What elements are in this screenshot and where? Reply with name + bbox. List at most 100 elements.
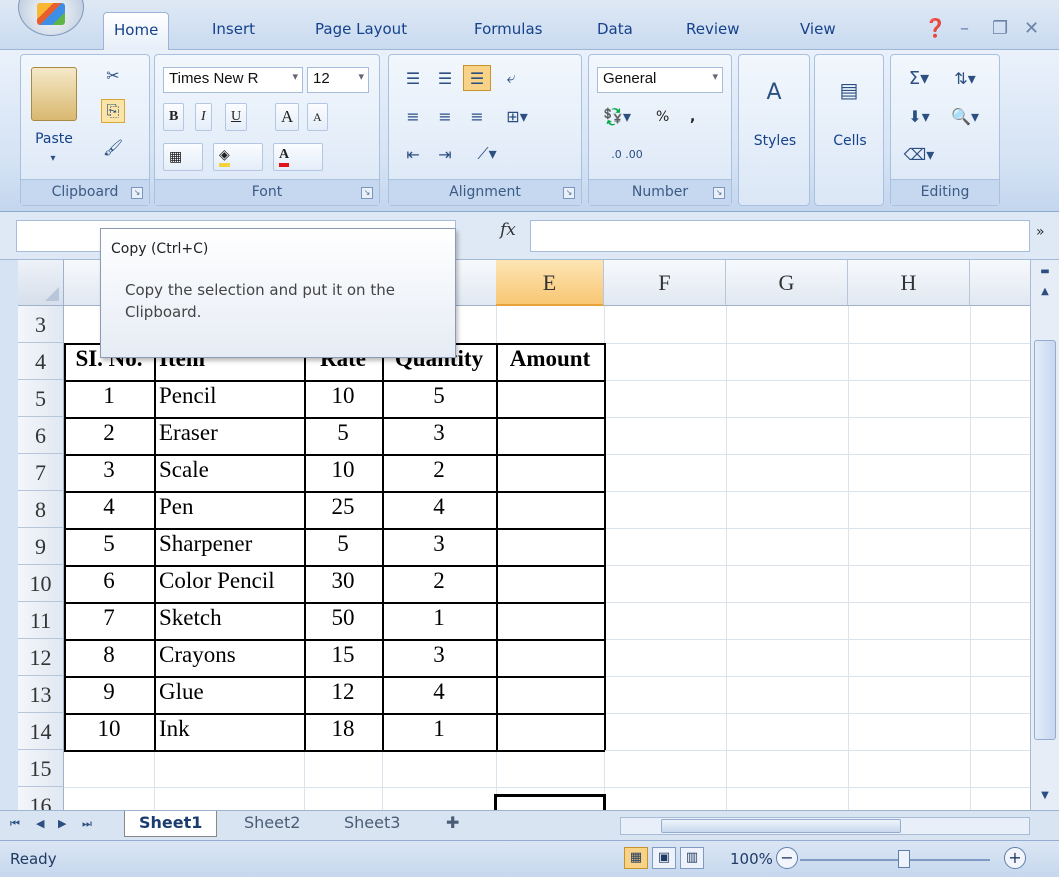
vertical-scrollbar[interactable]: ▬ ▲ ▼ <box>1030 260 1059 810</box>
clear-icon[interactable]: ⌫▾ <box>899 141 939 167</box>
clipboard-launcher-icon[interactable]: ↘ <box>131 187 143 199</box>
tab-review[interactable]: Review <box>676 12 750 48</box>
paste-button[interactable]: Paste <box>27 131 81 147</box>
row-header[interactable]: 14 <box>18 713 64 750</box>
cell-rate[interactable]: 5 <box>304 531 382 557</box>
row-header[interactable]: 10 <box>18 565 64 602</box>
orientation-icon[interactable]: ⟋▾ <box>467 141 507 167</box>
first-sheet-icon[interactable]: ⏮ <box>10 817 20 831</box>
horizontal-scrollbar[interactable] <box>620 817 1030 835</box>
align-top-icon[interactable]: ☰ <box>399 65 427 91</box>
row-header[interactable]: 6 <box>18 417 64 454</box>
align-left-icon[interactable]: ≡ <box>399 103 427 129</box>
page-layout-view-icon[interactable]: ▣ <box>652 847 676 869</box>
cell-quantity[interactable]: 1 <box>382 716 496 742</box>
column-header-i[interactable] <box>970 260 1030 306</box>
underline-button[interactable]: U <box>225 103 248 131</box>
tab-home[interactable]: Home <box>103 12 170 51</box>
formula-input[interactable] <box>530 220 1030 252</box>
bold-button[interactable]: B <box>163 103 185 131</box>
expand-formula-bar-icon[interactable]: » <box>1036 224 1045 240</box>
next-sheet-icon[interactable]: ▶ <box>58 817 66 830</box>
page-break-view-icon[interactable]: ▥ <box>680 847 704 869</box>
column-header-h[interactable]: H <box>848 260 970 306</box>
close-icon[interactable]: ✕ <box>1024 18 1039 39</box>
tab-formulas[interactable]: Formulas <box>464 12 552 48</box>
row-header[interactable]: 13 <box>18 676 64 713</box>
cell-rate[interactable]: 15 <box>304 642 382 668</box>
shrink-font-button[interactable]: A <box>307 103 328 131</box>
tab-page-layout[interactable]: Page Layout <box>305 12 417 48</box>
row-header[interactable]: 5 <box>18 380 64 417</box>
cell-sl-no[interactable]: 5 <box>64 531 154 557</box>
zoom-level[interactable]: 100% <box>730 850 773 868</box>
header-amount[interactable]: Amount <box>496 346 604 372</box>
sheet-tab-sheet2[interactable]: Sheet2 <box>230 811 314 837</box>
cell-sl-no[interactable]: 4 <box>64 494 154 520</box>
last-sheet-icon[interactable]: ⏭ <box>82 817 92 831</box>
font-launcher-icon[interactable]: ↘ <box>361 187 373 199</box>
grow-font-button[interactable]: A <box>275 103 300 131</box>
cell-rate[interactable]: 30 <box>304 568 382 594</box>
cell-item[interactable]: Color Pencil <box>159 568 304 594</box>
font-size-combo[interactable]: 12 ▾ <box>307 67 369 93</box>
fill-icon[interactable]: ⬇▾ <box>899 103 939 129</box>
zoom-out-icon[interactable]: − <box>776 847 798 869</box>
cell-sl-no[interactable]: 1 <box>64 383 154 409</box>
cell-item[interactable]: Pen <box>159 494 304 520</box>
column-header-e[interactable]: E <box>496 260 604 306</box>
decrease-indent-icon[interactable]: ⇤ <box>399 141 427 167</box>
row-header[interactable]: 4 <box>18 343 64 380</box>
sort-filter-icon[interactable]: ⇅▾ <box>945 65 985 91</box>
tab-view[interactable]: View <box>790 12 846 48</box>
column-header-g[interactable]: G <box>726 260 848 306</box>
number-launcher-icon[interactable]: ↘ <box>713 187 725 199</box>
office-button[interactable] <box>18 0 84 36</box>
styles-group[interactable]: A Styles <box>738 54 810 206</box>
cell-quantity[interactable]: 3 <box>382 642 496 668</box>
paste-icon[interactable] <box>31 67 77 121</box>
autosum-button[interactable]: Σ ▾ <box>899 65 939 91</box>
zoom-slider-handle[interactable] <box>898 850 910 868</box>
zoom-in-icon[interactable]: + <box>1004 847 1026 869</box>
cell-quantity[interactable]: 2 <box>382 457 496 483</box>
alignment-launcher-icon[interactable]: ↘ <box>563 187 575 199</box>
cells-group[interactable]: ▤ Cells <box>814 54 884 206</box>
decimal-buttons-icon[interactable]: .0 .00 <box>597 141 657 167</box>
row-header[interactable]: 15 <box>18 750 64 787</box>
row-header[interactable]: 7 <box>18 454 64 491</box>
cell-sl-no[interactable]: 9 <box>64 679 154 705</box>
cell-item[interactable]: Sharpener <box>159 531 304 557</box>
cell-item[interactable]: Eraser <box>159 420 304 446</box>
cell-sl-no[interactable]: 8 <box>64 642 154 668</box>
cell-sl-no[interactable]: 6 <box>64 568 154 594</box>
format-painter-icon[interactable]: 🖌 <box>101 135 125 159</box>
cell-rate[interactable]: 5 <box>304 420 382 446</box>
insert-sheet-icon[interactable]: ✚ <box>432 811 473 837</box>
cell-sl-no[interactable]: 3 <box>64 457 154 483</box>
cell-quantity[interactable]: 3 <box>382 420 496 446</box>
find-select-icon[interactable]: 🔍▾ <box>945 103 985 129</box>
borders-button[interactable]: ▦ <box>163 143 203 171</box>
align-center-icon[interactable]: ≡ <box>431 103 459 129</box>
cell-quantity[interactable]: 3 <box>382 531 496 557</box>
row-header[interactable]: 16 <box>18 787 64 810</box>
cell-quantity[interactable]: 4 <box>382 494 496 520</box>
help-icon[interactable]: ❓ <box>924 18 946 39</box>
column-header-f[interactable]: F <box>604 260 726 306</box>
cell-rate[interactable]: 18 <box>304 716 382 742</box>
horizontal-scroll-thumb[interactable] <box>661 819 901 833</box>
cell-quantity[interactable]: 2 <box>382 568 496 594</box>
copy-icon[interactable]: ⎘ <box>101 99 125 123</box>
split-handle-icon[interactable]: ▬ <box>1037 264 1053 278</box>
cell-item[interactable]: Sketch <box>159 605 304 631</box>
row-header[interactable]: 12 <box>18 639 64 676</box>
cell-item[interactable]: Glue <box>159 679 304 705</box>
active-cell-outline[interactable] <box>494 794 606 810</box>
cell-quantity[interactable]: 5 <box>382 383 496 409</box>
cell-item[interactable]: Pencil <box>159 383 304 409</box>
cell-sl-no[interactable]: 2 <box>64 420 154 446</box>
cell-rate[interactable]: 50 <box>304 605 382 631</box>
zoom-slider[interactable] <box>800 859 990 861</box>
cell-quantity[interactable]: 1 <box>382 605 496 631</box>
